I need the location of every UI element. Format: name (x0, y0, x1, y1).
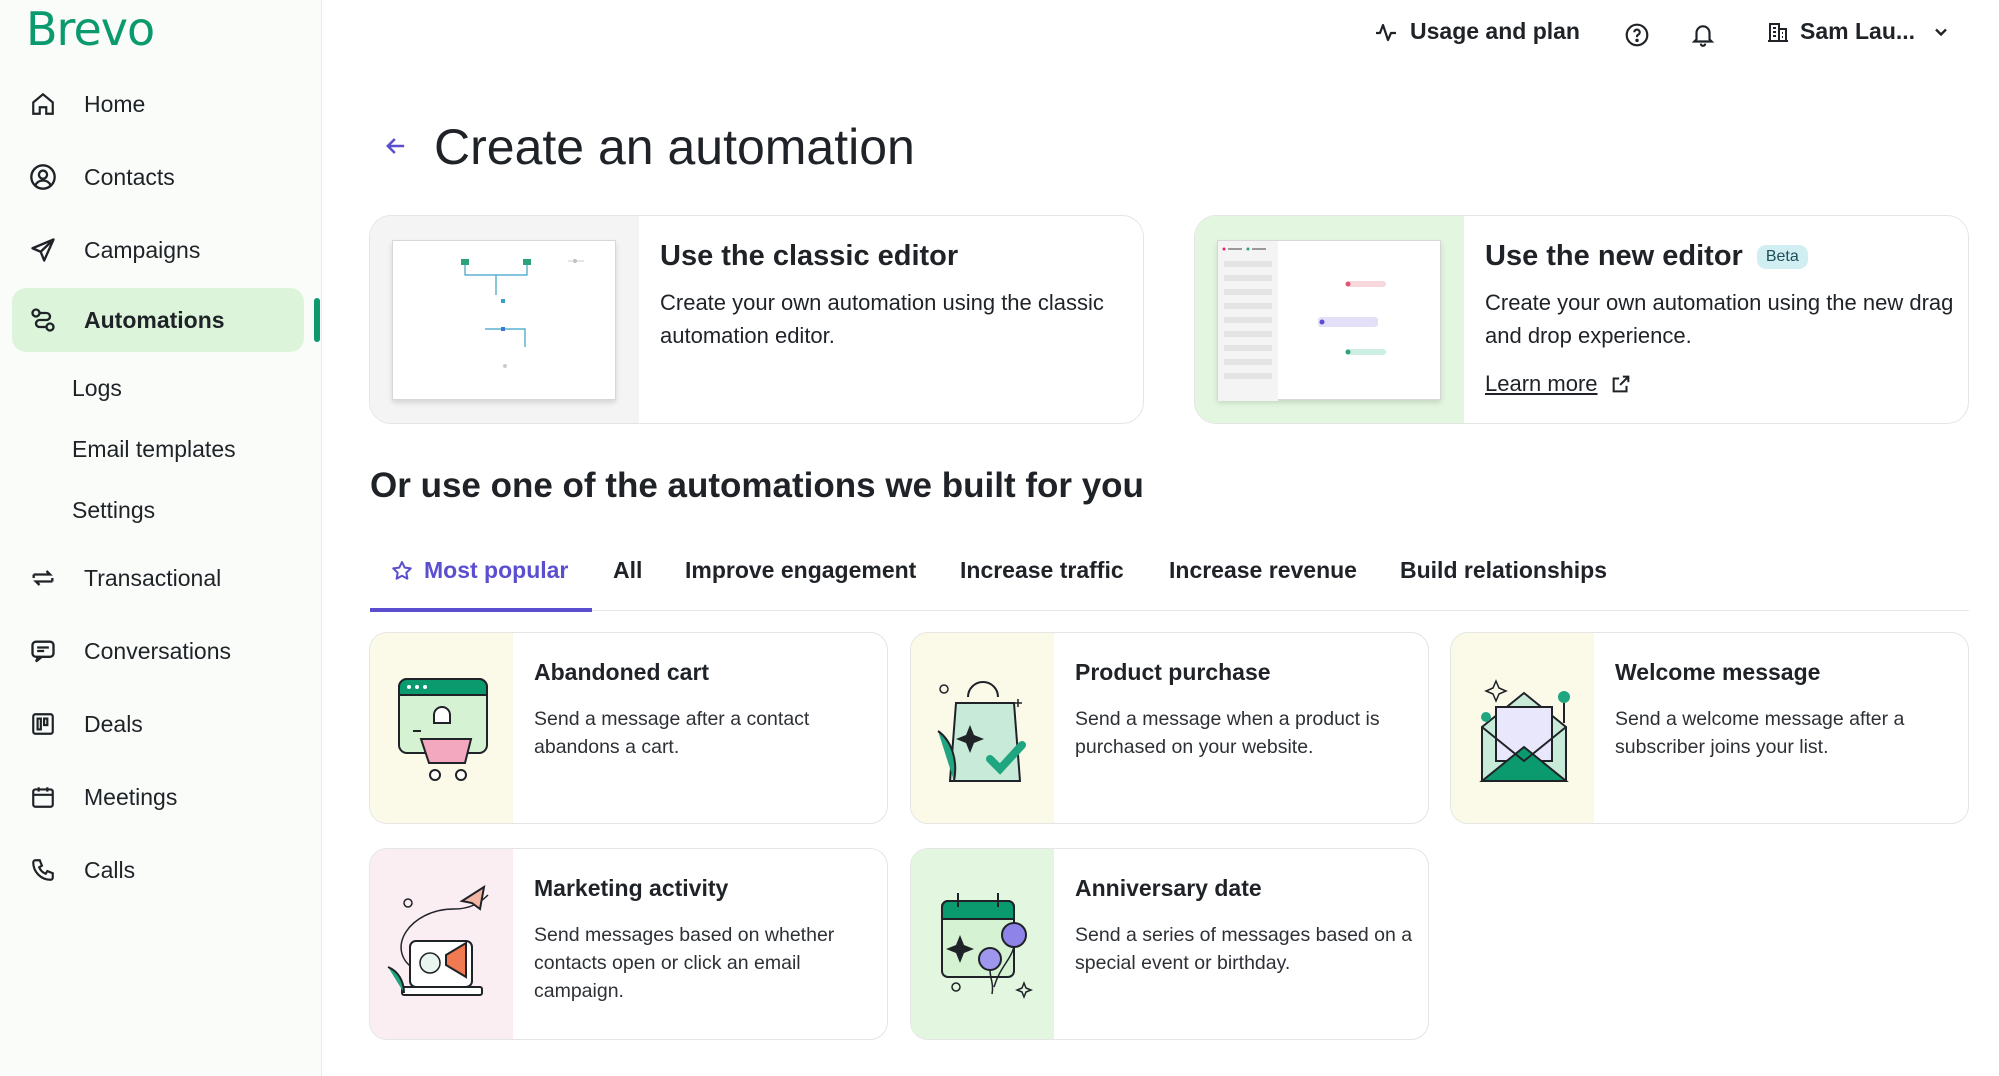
tab-most-popular[interactable]: Most popular (390, 557, 568, 584)
product-purchase-illustration (911, 633, 1054, 823)
card-description: Send a message when a product is purchas… (1075, 708, 1380, 758)
account-name: Sam Lau... (1800, 18, 1916, 44)
active-tab-underline (370, 608, 592, 612)
sidebar-item-label: Conversations (84, 637, 232, 664)
abandoned-cart-card[interactable]: Abandoned cart Send a message after a co… (369, 632, 888, 824)
beta-badge: Beta (1756, 245, 1808, 270)
card-title: Welcome message (1615, 659, 1821, 685)
sidebar-item-label: Contacts (84, 163, 175, 190)
building-icon (1766, 20, 1790, 44)
transactional-icon (28, 563, 58, 593)
card-title: Marketing activity (534, 875, 729, 901)
sidebar-subitem-settings[interactable]: Settings (72, 497, 155, 524)
classic-editor-card[interactable]: Use the classic editor Create your own a… (369, 215, 1144, 424)
home-icon (28, 89, 58, 119)
welcome-message-illustration (1451, 633, 1594, 823)
card-description: Send a message after a contact abandons … (534, 708, 810, 758)
star-icon (390, 559, 414, 583)
contacts-icon (28, 162, 58, 192)
sidebar: Brevo Home Contacts Campaigns Automation… (0, 0, 322, 1076)
abandoned-cart-illustration (370, 633, 513, 823)
classic-editor-title: Use the classic editor (660, 240, 959, 272)
sidebar-subitem-email-templates[interactable]: Email templates (72, 436, 236, 463)
sidebar-item-label: Calls (84, 856, 136, 883)
card-description: Send a series of messages based on a spe… (1075, 924, 1413, 974)
sidebar-item-label: Transactional (84, 564, 222, 591)
sidebar-item-campaigns[interactable]: Campaigns (12, 218, 304, 282)
sidebar-item-label: Automations (84, 306, 225, 333)
new-editor-card[interactable]: Use the new editor Beta Create your own a… (1194, 215, 1969, 424)
sidebar-item-label: Meetings (84, 783, 178, 810)
back-arrow-icon[interactable] (382, 132, 412, 162)
top-bar: Usage and plan Sam Lau... (322, 0, 1999, 72)
usage-label: Usage and plan (1410, 18, 1580, 44)
brevo-logo[interactable]: Brevo (26, 2, 155, 56)
activity-icon (1374, 20, 1398, 44)
tab-increase-traffic[interactable]: Increase traffic (960, 557, 1124, 584)
new-editor-title: Use the new editor Beta (1485, 240, 1808, 273)
chat-icon (28, 636, 58, 666)
sidebar-item-deals[interactable]: Deals (12, 692, 304, 756)
tab-improve-engagement[interactable]: Improve engagement (685, 557, 916, 584)
section-title: Or use one of the automations we built f… (370, 466, 1144, 505)
card-description: Send messages based on whether contacts … (534, 924, 835, 1002)
account-menu-button[interactable]: Sam Lau... (1766, 18, 1951, 45)
calendar-icon (28, 782, 58, 812)
sidebar-item-contacts[interactable]: Contacts (12, 145, 304, 209)
anniversary-date-illustration (911, 849, 1054, 1039)
new-editor-thumbnail (1195, 216, 1464, 423)
sidebar-item-conversations[interactable]: Conversations (12, 619, 304, 683)
help-button[interactable] (1624, 22, 1650, 48)
tab-all[interactable]: All (613, 557, 642, 584)
notifications-button[interactable] (1690, 22, 1716, 48)
category-tabs: Most popular All Improve engagement Incr… (370, 535, 1969, 612)
deals-icon (28, 709, 58, 739)
marketing-activity-card[interactable]: Marketing activity Send messages based o… (369, 848, 888, 1040)
card-title: Anniversary date (1075, 875, 1262, 901)
sidebar-subitem-logs[interactable]: Logs (72, 375, 122, 402)
send-icon (28, 235, 58, 265)
automation-icon (28, 305, 58, 335)
welcome-message-card[interactable]: Welcome message Send a welcome message a… (1450, 632, 1969, 824)
sidebar-item-home[interactable]: Home (12, 72, 304, 136)
classic-editor-description: Create your own automation using the cla… (660, 290, 1104, 348)
card-description: Send a welcome message after a subscribe… (1615, 708, 1905, 758)
help-icon (1624, 22, 1650, 48)
learn-more-label: Learn more (1485, 371, 1598, 396)
tab-build-relationships[interactable]: Build relationships (1400, 557, 1607, 584)
new-editor-title-text: Use the new editor (1485, 240, 1743, 272)
tab-increase-revenue[interactable]: Increase revenue (1169, 557, 1357, 584)
sidebar-item-transactional[interactable]: Transactional (12, 546, 304, 610)
sidebar-item-label: Campaigns (84, 236, 201, 263)
sidebar-item-label: Deals (84, 710, 143, 737)
card-title: Product purchase (1075, 659, 1271, 685)
sidebar-item-meetings[interactable]: Meetings (12, 765, 304, 829)
new-editor-description: Create your own automation using the new… (1485, 290, 1954, 348)
usage-and-plan-button[interactable]: Usage and plan (1374, 18, 1580, 45)
phone-icon (28, 855, 58, 885)
anniversary-date-card[interactable]: Anniversary date Send a series of messag… (910, 848, 1429, 1040)
tab-label: Most popular (424, 557, 569, 583)
chevron-down-icon (1931, 22, 1951, 42)
card-title: Abandoned cart (534, 659, 710, 685)
sidebar-item-automations[interactable]: Automations (12, 288, 304, 352)
learn-more-link[interactable]: Learn more (1485, 371, 1632, 397)
external-link-icon (1610, 373, 1632, 395)
sidebar-item-calls[interactable]: Calls (12, 838, 304, 902)
bell-icon (1690, 22, 1716, 48)
product-purchase-card[interactable]: Product purchase Send a message when a p… (910, 632, 1429, 824)
classic-editor-thumbnail (370, 216, 639, 423)
active-indicator (314, 298, 320, 342)
marketing-activity-illustration (370, 849, 513, 1039)
sidebar-item-label: Home (84, 90, 146, 117)
page-title: Create an automation (434, 119, 915, 175)
